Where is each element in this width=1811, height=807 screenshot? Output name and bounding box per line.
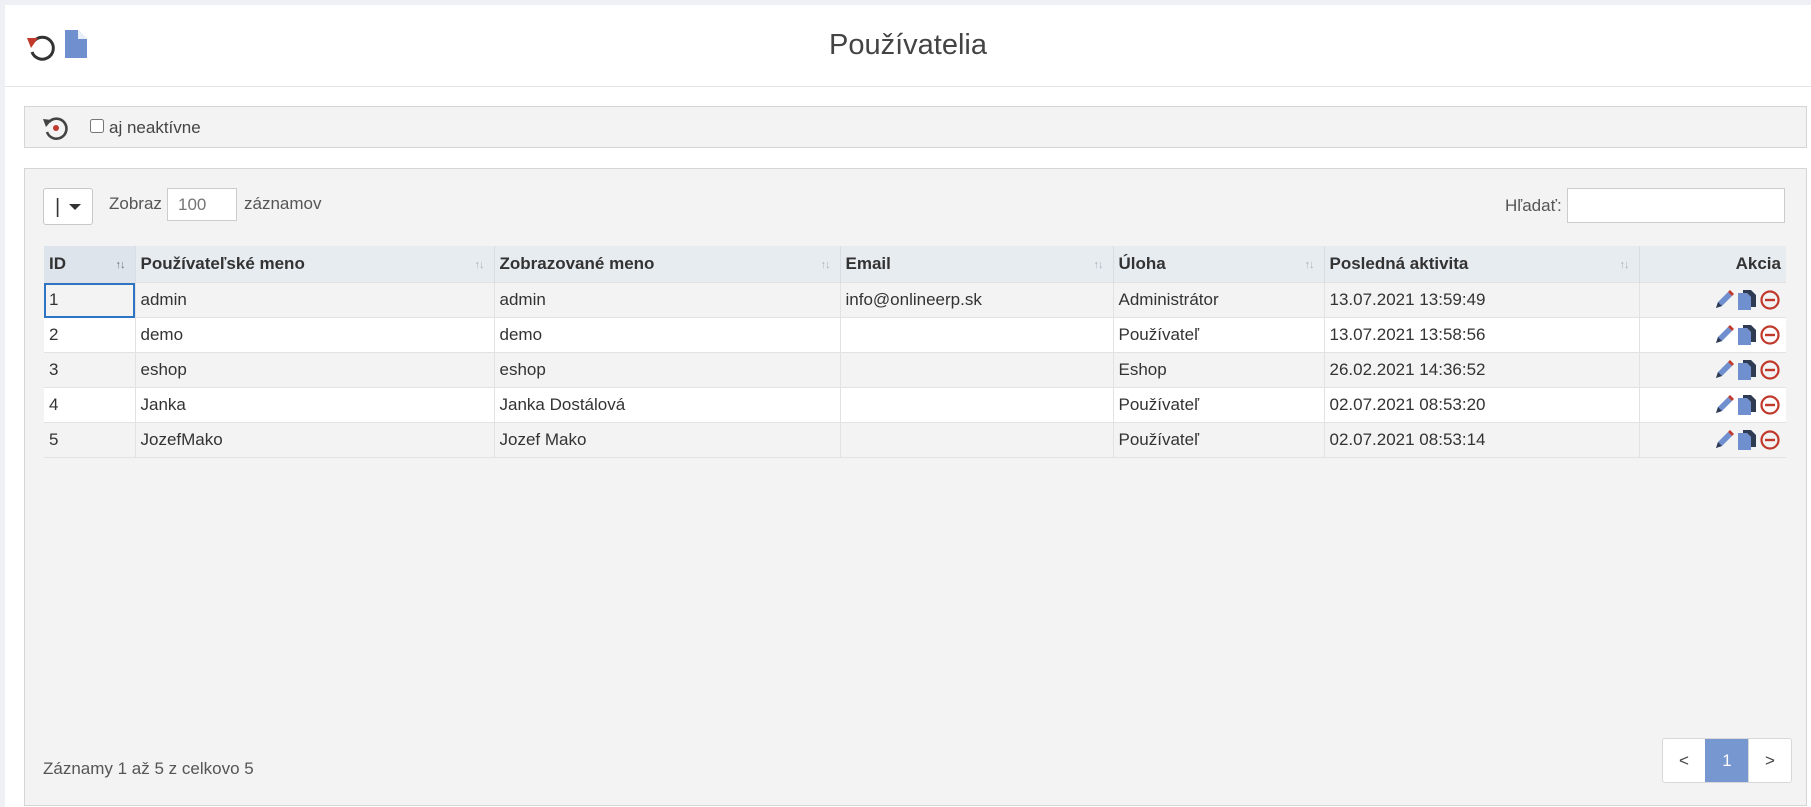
cell-last-activity[interactable]: 26.02.2021 14:36:52 <box>1323 352 1639 388</box>
sort-icon: ↑↓ <box>1619 259 1630 271</box>
cell-display-name[interactable]: demo <box>493 317 840 353</box>
column-header-last-activity[interactable]: Posledná aktivita ↑↓ <box>1323 246 1639 283</box>
delete-icon[interactable] <box>1759 394 1781 416</box>
column-header-actions: Akcia <box>1638 246 1786 283</box>
delete-icon[interactable] <box>1759 429 1781 451</box>
table-body: 1 admin admin info@onlineerp.sk Administráto… <box>44 282 1786 458</box>
pagination-next-button[interactable]: > <box>1748 739 1791 782</box>
copy-icon[interactable] <box>1736 289 1758 311</box>
cell-actions <box>1638 317 1786 353</box>
delete-icon[interactable] <box>1759 359 1781 381</box>
sort-icon: ↑↓ <box>1304 259 1315 271</box>
table-row[interactable]: 5 JozefMako Jozef Mako Používateľ 02.07.2021… <box>44 422 1786 458</box>
column-header-label: Akcia <box>1735 254 1781 273</box>
cell-email[interactable] <box>839 352 1113 388</box>
column-header-label: Email <box>845 254 891 273</box>
cell-display-name[interactable]: admin <box>493 282 840 318</box>
cell-username[interactable]: JozefMako <box>134 422 494 458</box>
cell-actions <box>1638 352 1786 388</box>
column-header-display-name[interactable]: Zobrazované meno ↑↓ <box>493 246 840 283</box>
table-row[interactable]: 3 eshop eshop Eshop 26.02.2021 14:36:52 <box>44 352 1786 388</box>
pagination-prev-button[interactable]: < <box>1663 739 1705 782</box>
cell-role[interactable]: Eshop <box>1112 352 1324 388</box>
edit-icon[interactable] <box>1713 359 1735 381</box>
column-header-label: Používateľské meno <box>140 254 305 273</box>
page-length-input[interactable] <box>167 188 237 221</box>
cell-email[interactable]: info@onlineerp.sk <box>839 282 1113 318</box>
cell-role[interactable]: Administrátor <box>1112 282 1324 318</box>
copy-icon[interactable] <box>1736 394 1758 416</box>
cell-last-activity[interactable]: 13.07.2021 13:59:49 <box>1323 282 1639 318</box>
chevron-down-icon <box>69 204 81 210</box>
sort-icon: ↑↓ <box>115 259 126 271</box>
column-header-label: ID <box>49 254 66 273</box>
cell-id[interactable]: 5 <box>44 422 135 458</box>
show-label: Zobraz <box>109 194 162 213</box>
cell-username[interactable]: Janka <box>134 387 494 423</box>
cell-display-name[interactable]: eshop <box>493 352 840 388</box>
inactive-label: aj neaktívne <box>109 118 201 137</box>
column-header-username[interactable]: Používateľské meno ↑↓ <box>134 246 494 283</box>
column-header-email[interactable]: Email ↑↓ <box>839 246 1113 283</box>
column-header-role[interactable]: Úloha ↑↓ <box>1112 246 1324 283</box>
cell-username[interactable]: admin <box>134 282 494 318</box>
edit-icon[interactable] <box>1713 324 1735 346</box>
sort-icon: ↑↓ <box>1093 259 1104 271</box>
cell-username[interactable]: demo <box>134 317 494 353</box>
search-label: Hľadať: <box>1505 196 1562 215</box>
page-header: Používatelia <box>5 5 1811 87</box>
edit-icon[interactable] <box>1713 289 1735 311</box>
copy-icon[interactable] <box>1736 359 1758 381</box>
cell-actions <box>1638 387 1786 423</box>
table-row[interactable]: 1 admin admin info@onlineerp.sk Administráto… <box>44 282 1786 318</box>
cell-id[interactable]: 1 <box>44 282 135 318</box>
delete-icon[interactable] <box>1759 324 1781 346</box>
cell-actions <box>1638 422 1786 458</box>
edit-icon[interactable] <box>1713 394 1735 416</box>
table-info: Záznamy 1 až 5 z celkovo 5 <box>43 759 254 778</box>
cell-email[interactable] <box>839 387 1113 423</box>
users-table: ID ↑↓ Používateľské meno ↑↓ Zobrazované me… <box>44 246 1786 458</box>
filter-bar: aj neaktívne <box>24 106 1807 148</box>
sort-icon: ↑↓ <box>820 259 831 271</box>
cell-email[interactable] <box>839 422 1113 458</box>
history-icon[interactable] <box>41 113 71 143</box>
menu-icon: | <box>55 196 61 218</box>
pagination-page-button[interactable]: 1 <box>1705 739 1748 782</box>
column-header-label: Posledná aktivita <box>1329 254 1469 273</box>
cell-role[interactable]: Používateľ <box>1112 387 1324 423</box>
page-title: Používatelia <box>829 29 987 61</box>
cell-last-activity[interactable]: 13.07.2021 13:58:56 <box>1323 317 1639 353</box>
cell-role[interactable]: Používateľ <box>1112 317 1324 353</box>
length-menu-button[interactable]: | <box>43 188 93 225</box>
cell-last-activity[interactable]: 02.07.2021 08:53:14 <box>1323 422 1639 458</box>
inactive-checkbox[interactable] <box>90 119 104 133</box>
records-label: záznamov <box>244 194 322 213</box>
pagination: < 1 > <box>1662 738 1792 783</box>
copy-icon[interactable] <box>1736 429 1758 451</box>
cell-username[interactable]: eshop <box>134 352 494 388</box>
search-input[interactable] <box>1567 188 1785 223</box>
users-table-panel: | Zobraz záznamov Hľadať: ID ↑↓ Používate… <box>24 168 1807 806</box>
sort-icon: ↑↓ <box>474 259 485 271</box>
cell-id[interactable]: 2 <box>44 317 135 353</box>
column-header-label: Úloha <box>1118 254 1166 273</box>
table-row[interactable]: 4 Janka Janka Dostálová Používateľ 02.07.202… <box>44 387 1786 423</box>
table-header-row: ID ↑↓ Používateľské meno ↑↓ Zobrazované me… <box>44 246 1786 283</box>
cell-display-name[interactable]: Janka Dostálová <box>493 387 840 423</box>
column-header-id[interactable]: ID ↑↓ <box>44 246 135 283</box>
copy-icon[interactable] <box>1736 324 1758 346</box>
cell-actions <box>1638 282 1786 318</box>
cell-display-name[interactable]: Jozef Mako <box>493 422 840 458</box>
cell-id[interactable]: 3 <box>44 352 135 388</box>
cell-email[interactable] <box>839 317 1113 353</box>
edit-icon[interactable] <box>1713 429 1735 451</box>
column-header-label: Zobrazované meno <box>499 254 655 273</box>
cell-id[interactable]: 4 <box>44 387 135 423</box>
page: Používatelia aj neaktívne | Zobraz zázna… <box>5 5 1811 807</box>
delete-icon[interactable] <box>1759 289 1781 311</box>
cell-last-activity[interactable]: 02.07.2021 08:53:20 <box>1323 387 1639 423</box>
cell-role[interactable]: Používateľ <box>1112 422 1324 458</box>
table-row[interactable]: 2 demo demo Používateľ 13.07.2021 13:58:56 <box>44 317 1786 353</box>
